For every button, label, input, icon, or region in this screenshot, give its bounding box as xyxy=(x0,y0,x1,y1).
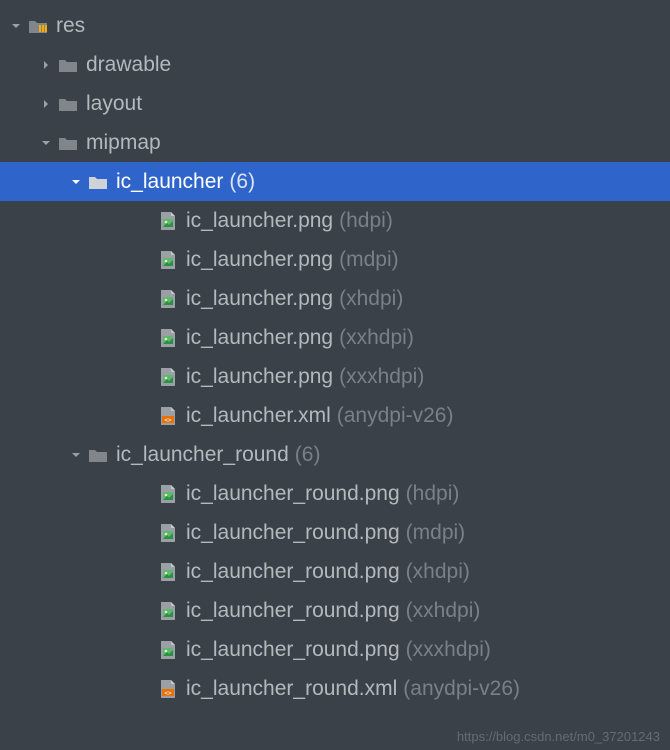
tree-folder-ic-launcher[interactable]: ic_launcher (6) xyxy=(0,162,670,201)
folder-label: res xyxy=(56,14,85,38)
folder-label: drawable xyxy=(86,53,171,77)
project-tree: res drawable layout mipmap xyxy=(0,0,670,708)
chevron-down-icon xyxy=(68,174,84,190)
chevron-right-icon xyxy=(38,57,54,73)
tree-file[interactable]: ic_launcher.png (xxxhdpi) xyxy=(0,357,670,396)
image-file-icon xyxy=(158,640,178,660)
file-qualifier: (hdpi) xyxy=(406,482,460,506)
svg-text:<>: <> xyxy=(164,417,172,424)
image-file-icon xyxy=(158,562,178,582)
xml-file-icon: <> xyxy=(158,406,178,426)
tree-folder-drawable[interactable]: drawable xyxy=(0,45,670,84)
folder-count: (6) xyxy=(229,170,255,194)
tree-file[interactable]: ic_launcher_round.png (mdpi) xyxy=(0,513,670,552)
image-file-icon xyxy=(158,328,178,348)
file-name: ic_launcher_round.png xyxy=(186,482,400,506)
tree-file[interactable]: <> ic_launcher_round.xml (anydpi-v26) xyxy=(0,669,670,708)
svg-text:<>: <> xyxy=(164,690,172,697)
file-name: ic_launcher_round.png xyxy=(186,560,400,584)
folder-count: (6) xyxy=(295,443,321,467)
folder-icon xyxy=(88,172,108,192)
file-name: ic_launcher.png xyxy=(186,326,333,350)
folder-icon xyxy=(58,55,78,75)
file-name: ic_launcher.png xyxy=(186,248,333,272)
image-file-icon xyxy=(158,367,178,387)
folder-label: ic_launcher xyxy=(116,170,223,194)
chevron-down-icon xyxy=(8,18,24,34)
file-qualifier: (hdpi) xyxy=(339,209,393,233)
file-name: ic_launcher_round.png xyxy=(186,599,400,623)
file-qualifier: (anydpi-v26) xyxy=(403,677,520,701)
tree-file[interactable]: ic_launcher.png (mdpi) xyxy=(0,240,670,279)
image-file-icon xyxy=(158,523,178,543)
watermark: https://blog.csdn.net/m0_37201243 xyxy=(457,729,660,744)
tree-folder-mipmap[interactable]: mipmap xyxy=(0,123,670,162)
tree-file[interactable]: ic_launcher_round.png (xhdpi) xyxy=(0,552,670,591)
file-qualifier: (mdpi) xyxy=(406,521,466,545)
file-qualifier: (xxxhdpi) xyxy=(339,365,424,389)
image-file-icon xyxy=(158,484,178,504)
file-qualifier: (xhdpi) xyxy=(339,287,403,311)
tree-file[interactable]: ic_launcher_round.png (hdpi) xyxy=(0,474,670,513)
file-qualifier: (xxxhdpi) xyxy=(406,638,491,662)
folder-icon xyxy=(58,94,78,114)
chevron-down-icon xyxy=(38,135,54,151)
tree-file[interactable]: ic_launcher.png (xhdpi) xyxy=(0,279,670,318)
file-name: ic_launcher.png xyxy=(186,209,333,233)
file-name: ic_launcher.xml xyxy=(186,404,331,428)
tree-folder-ic-launcher-round[interactable]: ic_launcher_round (6) xyxy=(0,435,670,474)
folder-icon xyxy=(88,445,108,465)
file-qualifier: (anydpi-v26) xyxy=(337,404,454,428)
tree-file[interactable]: ic_launcher.png (hdpi) xyxy=(0,201,670,240)
file-name: ic_launcher.png xyxy=(186,287,333,311)
file-name: ic_launcher_round.xml xyxy=(186,677,397,701)
file-name: ic_launcher.png xyxy=(186,365,333,389)
xml-file-icon: <> xyxy=(158,679,178,699)
file-name: ic_launcher_round.png xyxy=(186,638,400,662)
file-qualifier: (xhdpi) xyxy=(406,560,470,584)
tree-file[interactable]: ic_launcher_round.png (xxhdpi) xyxy=(0,591,670,630)
folder-res-icon xyxy=(28,16,48,36)
file-name: ic_launcher_round.png xyxy=(186,521,400,545)
folder-label: layout xyxy=(86,92,142,116)
image-file-icon xyxy=(158,250,178,270)
tree-folder-res[interactable]: res xyxy=(0,6,670,45)
tree-file[interactable]: <> ic_launcher.xml (anydpi-v26) xyxy=(0,396,670,435)
file-qualifier: (mdpi) xyxy=(339,248,399,272)
chevron-right-icon xyxy=(38,96,54,112)
chevron-down-icon xyxy=(68,447,84,463)
folder-label: ic_launcher_round xyxy=(116,443,289,467)
file-qualifier: (xxhdpi) xyxy=(339,326,414,350)
image-file-icon xyxy=(158,601,178,621)
tree-folder-layout[interactable]: layout xyxy=(0,84,670,123)
tree-file[interactable]: ic_launcher_round.png (xxxhdpi) xyxy=(0,630,670,669)
image-file-icon xyxy=(158,289,178,309)
folder-label: mipmap xyxy=(86,131,161,155)
file-qualifier: (xxhdpi) xyxy=(406,599,481,623)
image-file-icon xyxy=(158,211,178,231)
tree-file[interactable]: ic_launcher.png (xxhdpi) xyxy=(0,318,670,357)
folder-icon xyxy=(58,133,78,153)
